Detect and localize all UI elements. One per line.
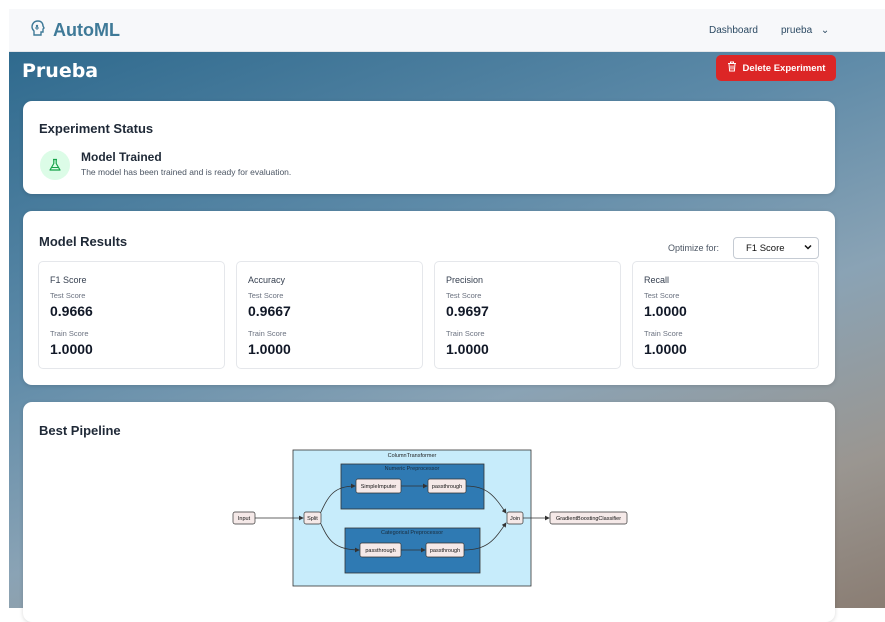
navbar: AutoML Dashboard prueba ⌄ [9, 9, 885, 52]
test-score-label: Test Score [446, 291, 482, 300]
train-score-label: Train Score [248, 329, 287, 338]
chevron-down-icon [804, 243, 812, 253]
metric-card-accuracy: Accuracy Test Score 0.9667 Train Score 1… [236, 261, 423, 369]
train-score-value: 1.0000 [50, 341, 93, 357]
model-results-card: Model Results Optimize for: F1 Score F1 … [23, 211, 835, 385]
test-score-label: Test Score [248, 291, 284, 300]
flask-icon [40, 150, 70, 180]
test-score-value: 1.0000 [644, 303, 687, 319]
brain-circuit-icon [29, 19, 47, 42]
brand[interactable]: AutoML [29, 19, 120, 42]
status-state-title: Model Trained [81, 150, 162, 164]
node-classifier-label: GradientBoostingClassifier [556, 516, 621, 522]
metric-name: Recall [644, 275, 670, 285]
metric-card-recall: Recall Test Score 1.0000 Train Score 1.0… [632, 261, 819, 369]
node-split-label: Split [307, 516, 318, 522]
user-menu[interactable]: prueba ⌄ [781, 25, 829, 36]
column-transformer-label: ColumnTransformer [388, 453, 437, 459]
metric-name: Precision [446, 275, 484, 285]
test-score-value: 0.9697 [446, 303, 489, 319]
brand-name: AutoML [53, 20, 120, 40]
page-title: Prueba [22, 60, 99, 82]
train-score-label: Train Score [644, 329, 683, 338]
delete-button-label: Delete Experiment [742, 62, 826, 74]
test-score-value: 0.9667 [248, 303, 291, 319]
chevron-down-icon: ⌄ [820, 25, 830, 36]
train-score-label: Train Score [50, 329, 89, 338]
train-score-value: 1.0000 [446, 341, 489, 357]
optimize-label: Optimize for: [668, 243, 720, 253]
train-score-value: 1.0000 [644, 341, 687, 357]
train-score-label: Train Score [446, 329, 485, 338]
node-input-label: Input [238, 516, 251, 522]
metric-card-f1: F1 Score Test Score 0.9666 Train Score 1… [38, 261, 225, 369]
node-numeric-passthrough-label: passthrough [432, 484, 462, 490]
metric-name: F1 Score [50, 275, 87, 285]
status-heading: Experiment Status [39, 121, 154, 136]
metric-card-precision: Precision Test Score 0.9697 Train Score … [434, 261, 621, 369]
best-pipeline-card: Best Pipeline ColumnTransformer Numeric … [23, 402, 835, 622]
optimize-select-value: F1 Score [746, 243, 785, 254]
status-description: The model has been trained and is ready … [81, 167, 292, 177]
node-categorical-passthrough-1-label: passthrough [365, 548, 395, 554]
delete-experiment-button[interactable]: Delete Experiment [716, 55, 836, 81]
node-categorical-passthrough-2-label: passthrough [430, 548, 460, 554]
results-heading: Model Results [39, 234, 128, 249]
node-simple-imputer-label: SimpleImputer [361, 484, 397, 490]
test-score-label: Test Score [50, 291, 86, 300]
experiment-status-card: Experiment Status Model Trained The mode… [23, 101, 835, 194]
nav-dashboard-link[interactable]: Dashboard [709, 25, 758, 36]
test-score-label: Test Score [644, 291, 680, 300]
node-join-label: Join [510, 516, 520, 522]
numeric-group-label: Numeric Preprocessor [385, 466, 440, 472]
trash-icon [727, 61, 737, 75]
pipeline-diagram: ColumnTransformer Numeric Preprocessor C… [232, 449, 628, 587]
categorical-group-label: Categorical Preprocessor [381, 530, 443, 536]
test-score-value: 0.9666 [50, 303, 93, 319]
train-score-value: 1.0000 [248, 341, 291, 357]
optimize-metric-select[interactable]: F1 Score [733, 237, 819, 259]
metric-name: Accuracy [248, 275, 286, 285]
user-menu-label: prueba [781, 25, 813, 36]
